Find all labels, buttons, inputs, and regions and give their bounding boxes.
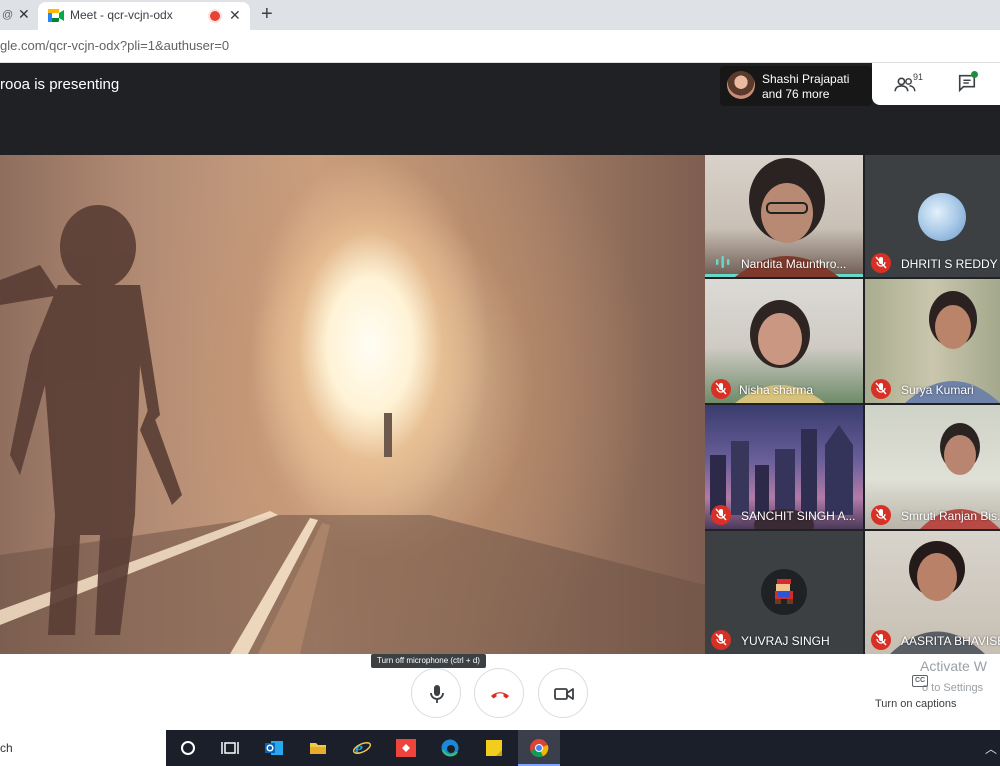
google-meet-icon [48, 9, 64, 22]
participant-summary[interactable]: Shashi Prajapati and 76 more [720, 66, 872, 106]
url-text[interactable]: gle.com/qcr-vcjn-odx?pli=1&authuser=0 [0, 38, 229, 53]
speaking-indicator-icon [716, 256, 730, 268]
previous-tab-label: @ [2, 9, 14, 21]
participant-count: 91 [913, 72, 924, 82]
meet-tools-panel: 91 [872, 63, 1000, 105]
participant-summary-more: and 76 more [762, 87, 830, 101]
avatar [727, 71, 755, 99]
microphone-button[interactable] [411, 668, 461, 718]
svg-text:e: e [355, 738, 363, 758]
show-hidden-icons-icon[interactable]: ︿ [985, 740, 997, 757]
screen: { "browser": { "prev_tab_fragment": "@",… [0, 0, 1000, 766]
cortana-icon[interactable] [178, 738, 198, 758]
camera-button[interactable] [538, 668, 588, 718]
captions-icon[interactable]: CC [912, 675, 928, 687]
participant-name: Smruti Ranjan Bis... [901, 509, 1000, 523]
file-explorer-icon[interactable] [308, 738, 328, 758]
participant-tile[interactable]: DHRITI S REDDY [865, 155, 1000, 277]
previous-tab[interactable]: @ ✕ [0, 0, 38, 30]
close-tab-icon[interactable]: ✕ [18, 6, 30, 23]
muted-microphone-icon [711, 505, 731, 525]
camera-icon [554, 688, 574, 700]
address-bar[interactable]: gle.com/qcr-vcjn-odx?pli=1&authuser=0 [0, 30, 1000, 63]
participant-name: DHRITI S REDDY [901, 257, 998, 271]
hang-up-icon [491, 692, 509, 699]
people-button[interactable]: 91 [894, 72, 928, 98]
sticky-notes-icon[interactable] [484, 738, 504, 758]
taskbar-active-app[interactable] [518, 730, 560, 766]
chat-notification-dot [971, 71, 978, 78]
edge-icon[interactable] [440, 738, 460, 758]
participant-name: AASRITA BHAVISE [901, 634, 1000, 648]
participant-tile[interactable]: SANCHIT SINGH A... [705, 405, 863, 529]
taskbar-search-box[interactable]: ch [0, 730, 166, 766]
windows-taskbar: ch e ︿ [0, 730, 1000, 766]
participant-tile[interactable]: Nandita Maunthro... [705, 155, 863, 277]
microphone-icon [430, 685, 444, 703]
muted-microphone-icon [871, 630, 891, 650]
participant-tile[interactable]: AASRITA BHAVISE [865, 531, 1000, 654]
muted-microphone-icon [871, 253, 891, 273]
close-tab-icon[interactable]: ✕ [229, 7, 241, 24]
muted-microphone-icon [711, 379, 731, 399]
tab-title: Meet - qcr-vcjn-odx [70, 8, 173, 22]
participant-name: YUVRAJ SINGH [741, 634, 830, 648]
muted-microphone-icon [711, 630, 731, 650]
outlook-icon[interactable] [264, 738, 284, 758]
presentation-video [0, 155, 705, 654]
browser-tab-strip: @ ✕ Meet - qcr-vcjn-odx ✕ + [0, 0, 1000, 30]
task-view-icon[interactable] [220, 738, 240, 758]
meeting-controls: Turn off microphone (ctrl + d) Activate … [0, 654, 1000, 730]
active-tab[interactable]: Meet - qcr-vcjn-odx ✕ [38, 2, 250, 30]
muted-microphone-icon [871, 379, 891, 399]
participant-grid: Nandita Maunthro... DHRITI S REDDY Nisha… [705, 155, 1000, 654]
anydesk-icon[interactable] [396, 738, 416, 758]
internet-explorer-icon[interactable]: e [352, 738, 372, 758]
presentation-scene [0, 205, 705, 654]
microphone-tooltip: Turn off microphone (ctrl + d) [371, 654, 486, 668]
participant-tile[interactable]: YUVRAJ SINGH [705, 531, 863, 654]
mario-avatar-icon [775, 579, 793, 604]
participant-name: Surya Kumari [901, 383, 974, 397]
chrome-icon[interactable] [529, 738, 549, 758]
chat-button[interactable] [957, 71, 979, 95]
leave-call-button[interactable] [474, 668, 524, 718]
activate-windows-watermark: Activate W [920, 658, 987, 674]
recording-indicator-icon [210, 11, 220, 21]
activate-windows-subtext: o to Settings [922, 682, 984, 694]
presenting-label: rooa is presenting [0, 76, 120, 93]
participant-name: Nandita Maunthro... [741, 257, 847, 271]
meet-header: rooa is presenting Shashi Prajapati and … [0, 63, 1000, 155]
new-tab-button[interactable]: + [261, 3, 273, 26]
participant-name: SANCHIT SINGH A... [741, 509, 856, 523]
captions-button-label[interactable]: Turn on captions [875, 698, 957, 710]
participant-tile[interactable]: Nisha sharma [705, 279, 863, 403]
muted-microphone-icon [871, 505, 891, 525]
avatar [918, 193, 966, 241]
taskbar-search-text: ch [0, 741, 13, 755]
participant-tile[interactable]: Smruti Ranjan Bis... [865, 405, 1000, 529]
participant-tile[interactable]: Surya Kumari [865, 279, 1000, 403]
avatar [761, 569, 807, 615]
participant-name: Nisha sharma [739, 383, 814, 397]
participant-summary-name: Shashi Prajapati [762, 72, 850, 86]
